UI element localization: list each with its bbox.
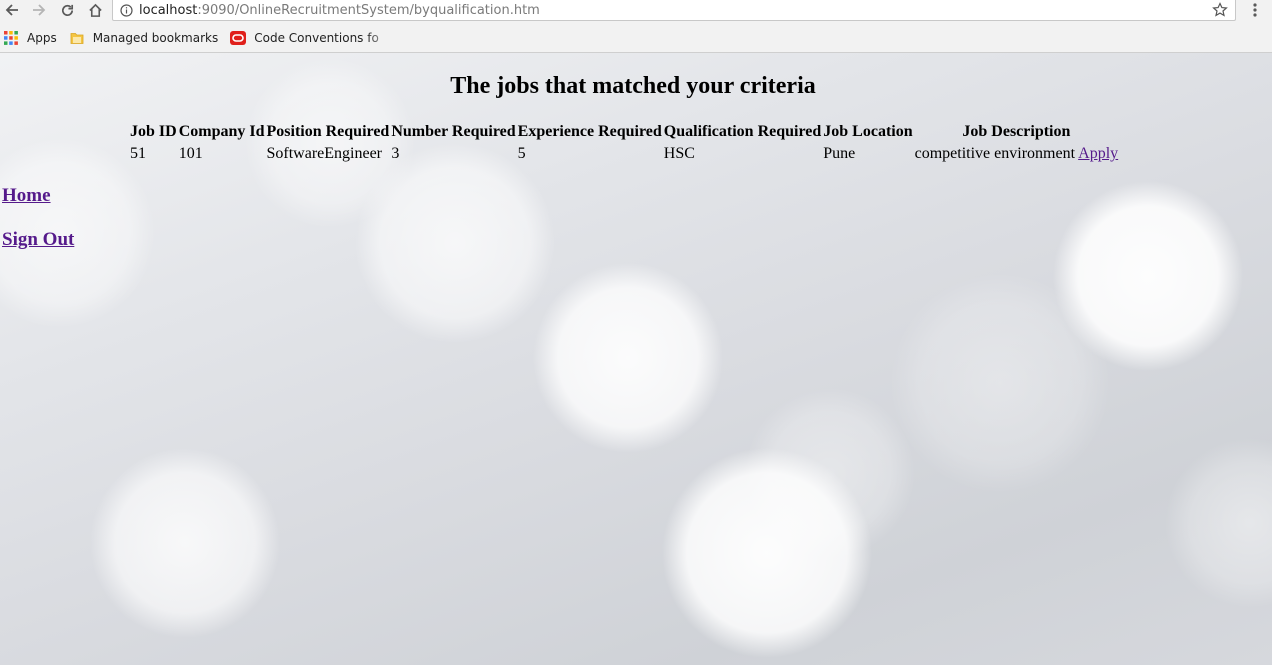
back-button[interactable] bbox=[1, 0, 23, 20]
bookmark-managed[interactable]: Managed bookmarks bbox=[69, 30, 219, 46]
info-icon[interactable] bbox=[120, 3, 133, 17]
cell-job-id: 51 bbox=[130, 145, 146, 162]
bookmark-code-conventions[interactable]: Code Conventions fo bbox=[230, 30, 394, 46]
bookmark-label: Code Conventions fo bbox=[254, 31, 379, 45]
home-link[interactable]: Home bbox=[2, 185, 51, 207]
apply-link[interactable]: Apply bbox=[1078, 145, 1118, 162]
table-header-row: Job ID Company Id Position Required Numb… bbox=[130, 122, 1118, 142]
header-position: Position Required bbox=[266, 123, 390, 140]
header-job-id: Job ID bbox=[130, 123, 177, 140]
page-content: The jobs that matched your criteria Job … bbox=[0, 53, 1272, 665]
cell-qualification: HSC bbox=[663, 145, 695, 162]
address-bar[interactable]: localhost:9090/OnlineRecruitmentSystem/b… bbox=[112, 0, 1236, 21]
bookmarks-bar: Apps Managed bookmarks Code Conventions … bbox=[0, 28, 1272, 48]
forward-arrow-icon bbox=[33, 4, 46, 16]
description-text: competitive environment bbox=[914, 145, 1076, 162]
browser-chrome: localhost:9090/OnlineRecruitmentSystem/b… bbox=[0, 0, 1272, 53]
table-row: 51 101 SoftwareEngineer 3 5 HSC Pune com… bbox=[130, 144, 1118, 164]
apps-grid-icon bbox=[3, 30, 19, 46]
oracle-icon bbox=[230, 30, 247, 46]
cell-description: competitive environment Apply bbox=[915, 144, 1119, 164]
back-arrow-icon bbox=[5, 4, 18, 16]
browser-toolbar: localhost:9090/OnlineRecruitmentSystem/b… bbox=[0, 0, 1272, 24]
url-text[interactable]: localhost:9090/OnlineRecruitmentSystem/b… bbox=[139, 3, 1212, 18]
jobs-table: Job ID Company Id Position Required Numb… bbox=[128, 120, 1120, 166]
cell-experience: 5 bbox=[517, 145, 526, 162]
header-experience: Experience Required bbox=[517, 123, 662, 140]
kebab-menu-icon[interactable] bbox=[1246, 0, 1264, 20]
folder-icon bbox=[69, 30, 85, 46]
page-heading: The jobs that matched your criteria bbox=[450, 73, 816, 99]
cell-location: Pune bbox=[823, 145, 856, 162]
reload-icon bbox=[61, 4, 73, 16]
cell-position: SoftwareEngineer bbox=[266, 145, 383, 162]
header-location: Job Location bbox=[823, 123, 913, 140]
cell-number: 3 bbox=[391, 145, 400, 162]
header-company-id: Company Id bbox=[178, 123, 265, 140]
header-number: Number Required bbox=[391, 123, 516, 140]
home-icon bbox=[88, 3, 102, 17]
home-button[interactable] bbox=[84, 0, 106, 20]
bookmark-apps[interactable]: Apps bbox=[3, 30, 57, 46]
forward-button[interactable] bbox=[28, 0, 50, 20]
cell-company-id: 101 bbox=[178, 145, 203, 162]
bookmark-label: Apps bbox=[27, 31, 57, 45]
bookmark-star-icon[interactable] bbox=[1212, 2, 1228, 18]
reload-button[interactable] bbox=[56, 0, 78, 20]
sign-out-link[interactable]: Sign Out bbox=[2, 229, 74, 251]
header-description: Job Description bbox=[962, 123, 1071, 140]
bookmark-label: Managed bookmarks bbox=[92, 31, 219, 45]
header-qualification: Qualification Required bbox=[663, 123, 822, 140]
